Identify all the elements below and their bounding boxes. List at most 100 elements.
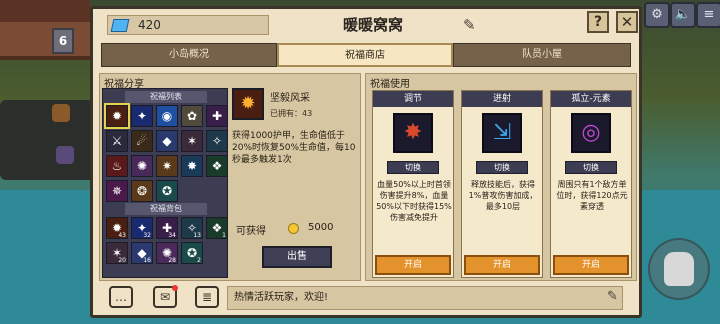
blessing-list-cell[interactable]: ◆: [156, 130, 178, 152]
blessing-detail: ✹ 坚毅风采 已拥有：43 获得1000护甲，生命值低于20%时恢复50%生命值…: [232, 88, 358, 278]
blessing-bag-cell[interactable]: ✧ 13: [181, 217, 203, 239]
blessing-list-cell[interactable]: ⚔: [106, 130, 128, 152]
blessing-list-cell[interactable]: ✵: [106, 180, 128, 202]
help-button[interactable]: ?: [587, 11, 609, 33]
panel-title: 暖暖窝窝: [342, 16, 403, 34]
blessing-slot-description: 血量50%以上时首领伤害提升8%，血量50%以下时获得15%伤害减免提升: [376, 180, 452, 222]
blessing-twinkle-icon: ✧: [211, 134, 223, 148]
blessing-description: 获得1000护甲，生命值低于20%时恢复50%生命值，每10秒最多触发1次: [232, 131, 356, 165]
joystick[interactable]: [648, 238, 710, 300]
blessing-list-cell[interactable]: ❂: [131, 180, 153, 202]
notification-dot: [172, 285, 178, 291]
blessing-bag-count: 32: [143, 232, 151, 239]
blessing-slot-title: 进射: [462, 91, 542, 107]
house-level-badge: 6: [52, 28, 74, 54]
reward-label: 可获得: [236, 226, 266, 237]
blessing-slot-icon[interactable]: ⇲: [482, 113, 522, 153]
sell-button[interactable]: 出售: [262, 246, 332, 268]
blessing-bag-count: 16: [143, 257, 151, 264]
edit-message-icon[interactable]: ✎: [607, 289, 618, 304]
tab-member-house[interactable]: 队员小屋: [453, 43, 631, 67]
gem-count: 420: [138, 18, 161, 32]
panel-tabs: 小岛概况 祝福商店 队员小屋: [101, 43, 631, 69]
activate-button[interactable]: 开启: [553, 255, 629, 275]
blessing-bag-count: 34: [168, 232, 176, 239]
settings-icon[interactable]: ⚙: [644, 2, 670, 28]
blessing-list-cell[interactable]: ✶: [181, 130, 203, 152]
reward-value: 5000: [308, 222, 334, 233]
blessing-bag-cell[interactable]: ❖ 1: [206, 217, 228, 239]
blessing-bag-grid: ✹ 43 ✦ 32 ✚ 34 ✧ 13 ❖ 1 ✶ 20 ◆ 16 ✺ 28 ✪ 2: [106, 217, 228, 264]
blessing-bag-cell[interactable]: ✚ 34: [156, 217, 178, 239]
blessing-list-cell[interactable]: ✺: [131, 155, 153, 177]
blessing-shard-icon: ✸: [186, 159, 198, 173]
edit-title-icon[interactable]: ✎: [463, 16, 476, 34]
sound-icon[interactable]: 🔈: [670, 2, 696, 28]
selected-blessing-icon: ✹: [232, 88, 264, 120]
blessing-flame-icon: ♨: [111, 159, 123, 173]
blessing-list-cell[interactable]: ✸: [181, 155, 203, 177]
blessing-bag-cell[interactable]: ✶ 20: [106, 242, 128, 264]
blessing-shield-icon: ❂: [136, 184, 148, 198]
blessing-list-cell[interactable]: ✹: [104, 103, 130, 129]
notes-icon[interactable]: ≣: [195, 286, 219, 308]
chat-bubble-icon[interactable]: …: [109, 286, 133, 308]
blessing-bag-count: 2: [197, 257, 201, 264]
blessing-list-title: 祝福列表: [125, 91, 207, 103]
chat-message[interactable]: 热情活跃玩家，欢迎!: [227, 286, 623, 310]
blessing-slot-card: 调节 ✸ 切换 血量50%以上时首领伤害提升8%，血量50%以下时获得15%伤害减免提…: [372, 90, 454, 278]
blessing-rune-icon: ❖: [211, 159, 223, 173]
blessing-diamond-icon: ◆: [162, 134, 172, 148]
dirt-background: [0, 100, 95, 180]
blessing-list-cell[interactable]: ◉: [156, 105, 178, 127]
blessing-slot-icon[interactable]: ◎: [571, 113, 611, 153]
blessing-comet-icon: ☄: [136, 134, 148, 148]
blessing-bag-cell[interactable]: ✹ 43: [106, 217, 128, 239]
blessing-owned: 已拥有：43: [270, 109, 313, 118]
blessing-list-cell[interactable]: ✧: [206, 130, 228, 152]
blessing-slot-icon[interactable]: ✸: [393, 113, 433, 153]
house-roof: [0, 0, 90, 22]
blessing-bag-cell[interactable]: ✪ 2: [181, 242, 203, 264]
blessing-lotus-icon: ✵: [111, 184, 123, 198]
blessing-list-cell[interactable]: ✚: [206, 105, 228, 127]
blessing-bag-cell[interactable]: ✦ 32: [131, 217, 153, 239]
blessing-slot-title: 孤立-元素: [551, 91, 631, 107]
blessing-list-cell[interactable]: ✿: [181, 105, 203, 127]
switch-button[interactable]: 切换: [565, 161, 617, 174]
npc-icon[interactable]: [52, 104, 70, 122]
blessing-name: 坚毅风采: [270, 93, 310, 104]
blessing-bag-cell[interactable]: ✺ 28: [156, 242, 178, 264]
blessing-use-title: 祝福使用: [370, 79, 410, 90]
blessing-share-section: 祝福分享 祝福列表 ✹ ✦ ◉ ✿ ✚ ⚔ ☄ ◆ ✶ ✧ ♨ ✺ ✷ ✸ ❖ ✵ ❂ ✪ 祝福背包 ✹ 43 ✦ 32…: [99, 73, 361, 281]
blessing-burst-icon: ✺: [136, 159, 148, 173]
switch-button[interactable]: 切换: [387, 161, 439, 174]
tab-blessing-shop[interactable]: 祝福商店: [277, 43, 453, 67]
blessing-bag-count: 20: [118, 257, 126, 264]
blessing-orb-icon: ◉: [161, 109, 173, 123]
activate-button[interactable]: 开启: [375, 255, 451, 275]
close-button[interactable]: ✕: [616, 11, 638, 33]
panel-header: 420 暖暖窝窝 ✎ ? ✕: [93, 9, 639, 41]
activate-button[interactable]: 开启: [464, 255, 540, 275]
blessing-bag-title: 祝福背包: [125, 203, 207, 215]
blessing-list-cell[interactable]: ✷: [156, 155, 178, 177]
mail-icon[interactable]: ✉: [153, 285, 178, 308]
blessing-list-grid: ✹ ✦ ◉ ✿ ✚ ⚔ ☄ ◆ ✶ ✧ ♨ ✺ ✷ ✸ ❖ ✵ ❂ ✪: [104, 103, 228, 202]
menu-icon[interactable]: ≡: [696, 2, 720, 28]
blessing-list-cell[interactable]: ✦: [131, 105, 153, 127]
house-background: 6: [0, 0, 90, 60]
blessing-list-cell[interactable]: ✪: [156, 180, 178, 202]
blessing-cross-icon: ✚: [211, 109, 223, 123]
blessing-bag-cell[interactable]: ◆ 16: [131, 242, 153, 264]
blessing-slot-description: 释放技能后，获得1%普攻伤害加成，最多10层: [468, 180, 538, 211]
blessing-list-cell[interactable]: ☄: [131, 130, 153, 152]
tab-island-overview[interactable]: 小岛概况: [101, 43, 277, 67]
joystick-hand-icon: [664, 252, 694, 286]
switch-button[interactable]: 切换: [476, 161, 528, 174]
blessing-list-cell[interactable]: ❖: [206, 155, 228, 177]
blessing-bag-count: 28: [168, 257, 176, 264]
npc-crystal-icon[interactable]: [56, 146, 74, 164]
blessing-gem-icon: ✪: [161, 184, 173, 198]
blessing-list-cell[interactable]: ♨: [106, 155, 128, 177]
